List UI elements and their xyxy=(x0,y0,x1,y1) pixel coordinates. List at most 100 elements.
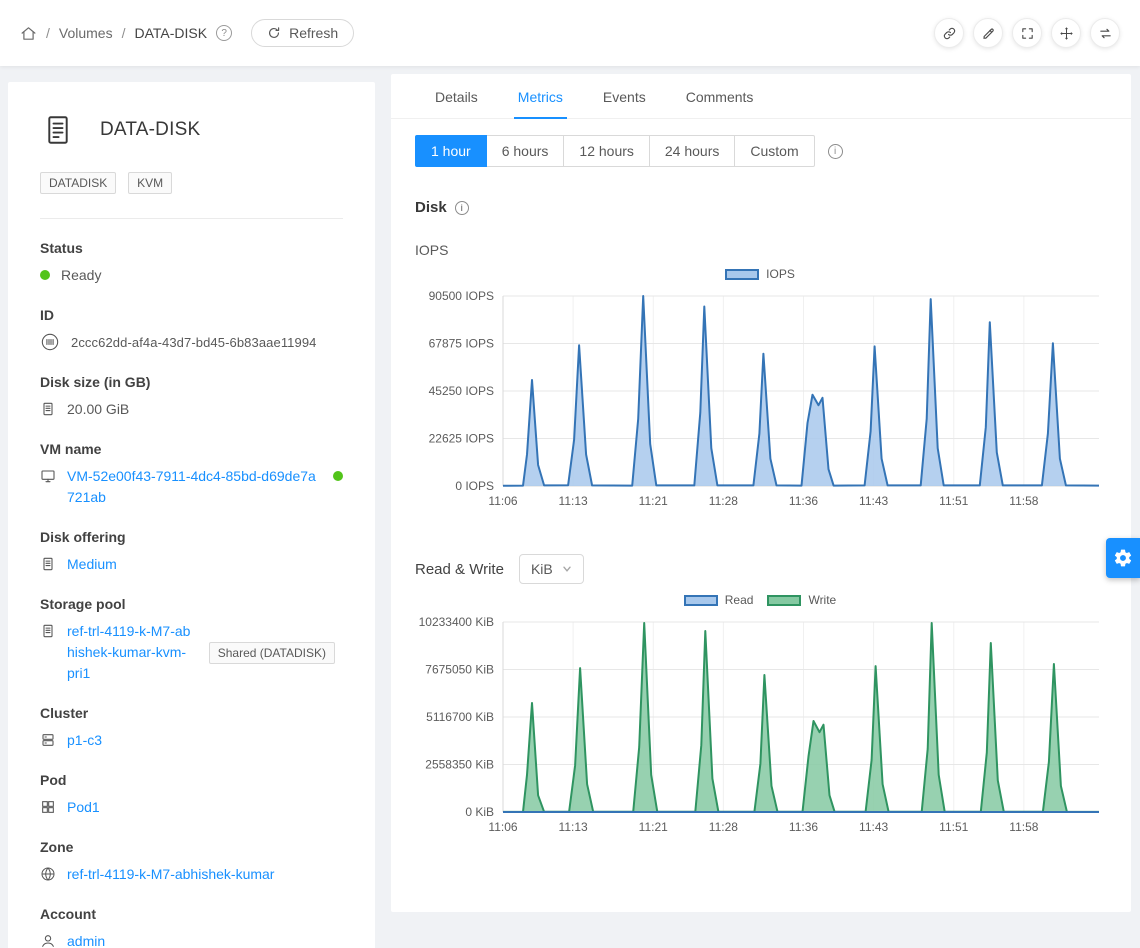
field-label: Zone xyxy=(40,839,343,855)
drag-arrows-icon xyxy=(1059,26,1074,41)
tag-row: DATADISK KVM xyxy=(40,172,343,194)
svg-text:11:43: 11:43 xyxy=(859,494,888,508)
field-label: Account xyxy=(40,906,343,922)
breadcrumb-volumes[interactable]: Volumes xyxy=(59,25,113,41)
tab-details[interactable]: Details xyxy=(431,74,482,118)
range-1hour-button[interactable]: 1 hour xyxy=(415,135,487,167)
disk-section-label: Disk xyxy=(415,199,447,216)
field-label: Disk size (in GB) xyxy=(40,374,343,390)
swap-button[interactable] xyxy=(1090,18,1120,48)
fullscreen-button[interactable] xyxy=(1012,18,1042,48)
svg-text:11:51: 11:51 xyxy=(939,494,968,508)
svg-text:0 KiB: 0 KiB xyxy=(465,805,494,819)
refresh-button[interactable]: Refresh xyxy=(251,19,354,47)
range-6hours-button[interactable]: 6 hours xyxy=(486,135,565,167)
svg-text:67875 IOPS: 67875 IOPS xyxy=(429,337,494,351)
barcode-icon xyxy=(40,332,60,352)
svg-text:11:43: 11:43 xyxy=(859,820,888,834)
pod-grid-icon xyxy=(40,799,56,815)
link-button[interactable] xyxy=(934,18,964,48)
metrics-panel: 1 hour 6 hours 12 hours 24 hours Custom … xyxy=(391,119,1131,850)
svg-text:45250 IOPS: 45250 IOPS xyxy=(429,384,494,398)
svg-text:0 IOPS: 0 IOPS xyxy=(455,479,494,493)
top-header: / Volumes / DATA-DISK ? Refresh xyxy=(0,0,1140,66)
field-label: VM name xyxy=(40,441,343,457)
field-status: Status Ready xyxy=(40,240,343,286)
svg-text:7675050 KiB: 7675050 KiB xyxy=(425,663,494,677)
help-icon[interactable]: ? xyxy=(216,25,232,41)
fullscreen-icon xyxy=(1020,26,1035,41)
svg-text:11:06: 11:06 xyxy=(488,494,517,508)
svg-text:11:51: 11:51 xyxy=(939,820,968,834)
disk-section-title: Disk i xyxy=(415,199,1105,216)
move-button[interactable] xyxy=(1051,18,1081,48)
breadcrumb-current: DATA-DISK xyxy=(134,25,207,41)
swap-arrows-icon xyxy=(1098,26,1113,41)
page-body: DATA-DISK DATADISK KVM Status Ready ID 2… xyxy=(0,66,1140,948)
svg-text:90500 IOPS: 90500 IOPS xyxy=(429,289,494,303)
tab-bar: Details Metrics Events Comments xyxy=(391,74,1131,119)
account-link[interactable]: admin xyxy=(67,931,105,948)
tab-comments[interactable]: Comments xyxy=(682,74,758,118)
disk-offering-link[interactable]: Medium xyxy=(67,554,117,575)
range-12hours-button[interactable]: 12 hours xyxy=(563,135,649,167)
disk-icon xyxy=(40,556,56,572)
unit-select-value: KiB xyxy=(531,561,553,577)
field-label: ID xyxy=(40,307,343,323)
iops-chart-block: IOPS 11:0611:1311:2111:2811:3611:4311:51… xyxy=(415,264,1105,524)
cluster-icon xyxy=(40,732,56,748)
vm-status-dot xyxy=(333,471,343,481)
disk-size-value: 20.00 GiB xyxy=(67,399,129,420)
link-icon xyxy=(942,26,957,41)
svg-text:11:28: 11:28 xyxy=(709,494,738,508)
read-write-header: Read & Write KiB xyxy=(415,554,1105,584)
range-custom-button[interactable]: Custom xyxy=(734,135,814,167)
breadcrumb-separator: / xyxy=(122,25,126,41)
info-icon[interactable]: i xyxy=(828,144,843,159)
legend-swatch xyxy=(684,595,718,606)
tab-metrics[interactable]: Metrics xyxy=(514,74,567,118)
legend-iops[interactable]: IOPS xyxy=(725,267,795,281)
range-24hours-button[interactable]: 24 hours xyxy=(649,135,735,167)
breadcrumb-separator: / xyxy=(46,25,50,41)
svg-text:11:58: 11:58 xyxy=(1009,494,1038,508)
field-label: Status xyxy=(40,240,343,256)
header-actions xyxy=(934,18,1120,48)
settings-button[interactable] xyxy=(1106,538,1140,578)
legend-write[interactable]: Write xyxy=(767,593,836,607)
legend-swatch xyxy=(725,269,759,280)
field-id: ID 2ccc62dd-af4a-43d7-bd45-6b83aae11994 xyxy=(40,307,343,353)
tag-hypervisor: KVM xyxy=(128,172,172,194)
home-icon[interactable] xyxy=(20,25,37,42)
pod-link[interactable]: Pod1 xyxy=(67,797,100,818)
detail-panel: Details Metrics Events Comments 1 hour 6… xyxy=(391,74,1131,912)
field-account: Account admin xyxy=(40,906,343,948)
zone-link[interactable]: ref-trl-4119-k-M7-abhishek-kumar xyxy=(67,864,274,885)
edit-button[interactable] xyxy=(973,18,1003,48)
unit-select[interactable]: KiB xyxy=(519,554,584,584)
field-cluster: Cluster p1-c3 xyxy=(40,705,343,751)
time-range-group: 1 hour 6 hours 12 hours 24 hours Custom xyxy=(415,135,815,167)
vm-name-link[interactable]: VM-52e00f43-7911-4dc4-85bd-d69de7a721ab xyxy=(67,466,319,508)
legend-read[interactable]: Read xyxy=(684,593,754,607)
svg-text:11:28: 11:28 xyxy=(709,820,738,834)
tab-events[interactable]: Events xyxy=(599,74,650,118)
info-icon[interactable]: i xyxy=(455,201,469,215)
svg-text:11:13: 11:13 xyxy=(559,494,588,508)
globe-icon xyxy=(40,866,56,882)
cluster-link[interactable]: p1-c3 xyxy=(67,730,102,751)
read-write-chart: 11:0611:1311:2111:2811:3611:4311:5111:58… xyxy=(415,610,1105,850)
pencil-icon xyxy=(981,26,996,41)
monitor-icon xyxy=(40,468,56,484)
status-value: Ready xyxy=(61,265,101,286)
field-disk-size: Disk size (in GB) 20.00 GiB xyxy=(40,374,343,420)
resource-info-card: DATA-DISK DATADISK KVM Status Ready ID 2… xyxy=(8,82,375,948)
field-label: Cluster xyxy=(40,705,343,721)
field-storage-pool: Storage pool ref-trl-4119-k-M7-abhishek-… xyxy=(40,596,343,684)
storage-pool-tag: Shared (DATADISK) xyxy=(209,642,335,664)
legend-swatch xyxy=(767,595,801,606)
gear-icon xyxy=(1113,548,1133,568)
chevron-down-icon xyxy=(562,564,572,574)
reload-icon xyxy=(267,26,281,40)
storage-pool-link[interactable]: ref-trl-4119-k-M7-abhishek-kumar-kvm-pri… xyxy=(67,621,194,684)
